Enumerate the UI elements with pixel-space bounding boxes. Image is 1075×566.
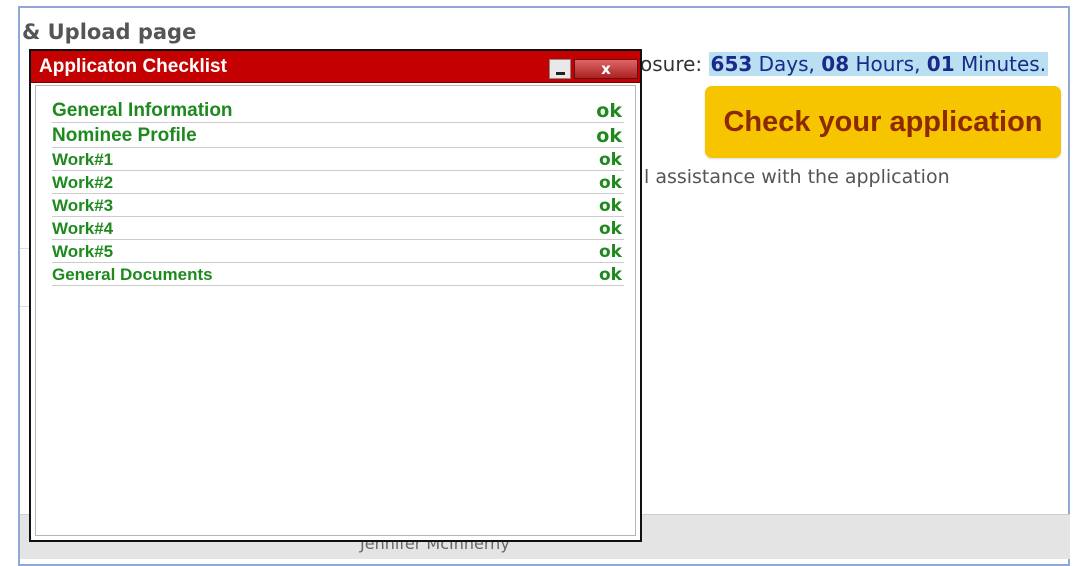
status-badge: ok bbox=[599, 196, 622, 216]
status-badge: ok bbox=[599, 242, 622, 262]
close-icon: x bbox=[601, 60, 611, 78]
assistance-text: l assistance with the application bbox=[644, 166, 950, 188]
status-badge: ok bbox=[596, 125, 622, 147]
checklist-item: Nominee Profile ok bbox=[52, 123, 624, 148]
checklist-content: General Information ok Nominee Profile o… bbox=[35, 85, 636, 536]
checklist-item-label: Work#2 bbox=[52, 173, 114, 192]
countdown-prefix: osure: bbox=[640, 52, 703, 76]
status-badge: ok bbox=[599, 219, 622, 239]
countdown-days: 653 bbox=[710, 52, 753, 76]
countdown-days-label: Days, bbox=[758, 52, 815, 76]
status-badge: ok bbox=[596, 100, 622, 122]
checklist-item: General Documents ok bbox=[52, 263, 624, 286]
countdown-hours-label: Hours, bbox=[855, 52, 921, 76]
closure-countdown: osure: 653 Days, 08 Hours, 01 Minutes. bbox=[640, 52, 1049, 80]
check-application-button[interactable]: Check your application bbox=[705, 86, 1061, 158]
countdown-hours: 08 bbox=[821, 52, 850, 76]
checklist-item: Work#2 ok bbox=[52, 171, 624, 194]
checklist-item: Work#1 ok bbox=[52, 148, 624, 171]
page-heading: & Upload page bbox=[22, 20, 197, 44]
checklist-item: Work#3 ok bbox=[52, 194, 624, 217]
checklist-item: General Information ok bbox=[52, 98, 624, 123]
status-badge: ok bbox=[599, 265, 622, 285]
checklist-item-label: General Information bbox=[52, 100, 233, 121]
close-button[interactable]: x bbox=[574, 59, 638, 79]
countdown-minutes: 01 bbox=[926, 52, 955, 76]
checklist-item-label: Work#1 bbox=[52, 150, 114, 169]
dialog-titlebar[interactable]: Applicaton Checklist x bbox=[31, 51, 640, 83]
countdown-minutes-label: Minutes. bbox=[961, 52, 1047, 76]
checklist-item-label: Work#4 bbox=[52, 219, 114, 238]
checklist-item-label: Nominee Profile bbox=[52, 125, 197, 146]
minimize-icon bbox=[556, 72, 565, 75]
checklist-item-label: Work#5 bbox=[52, 242, 114, 261]
countdown-value: 653 Days, 08 Hours, 01 Minutes. bbox=[708, 52, 1049, 76]
checklist-dialog: Applicaton Checklist x General Informati… bbox=[29, 49, 642, 542]
status-badge: ok bbox=[599, 150, 622, 170]
minimize-button[interactable] bbox=[549, 59, 571, 79]
checklist-item: Work#5 ok bbox=[52, 240, 624, 263]
checklist-item-label: Work#3 bbox=[52, 196, 114, 215]
checklist-item-label: General Documents bbox=[52, 265, 213, 284]
dialog-title: Applicaton Checklist bbox=[39, 56, 227, 77]
checklist-item: Work#4 ok bbox=[52, 217, 624, 240]
status-badge: ok bbox=[599, 173, 622, 193]
